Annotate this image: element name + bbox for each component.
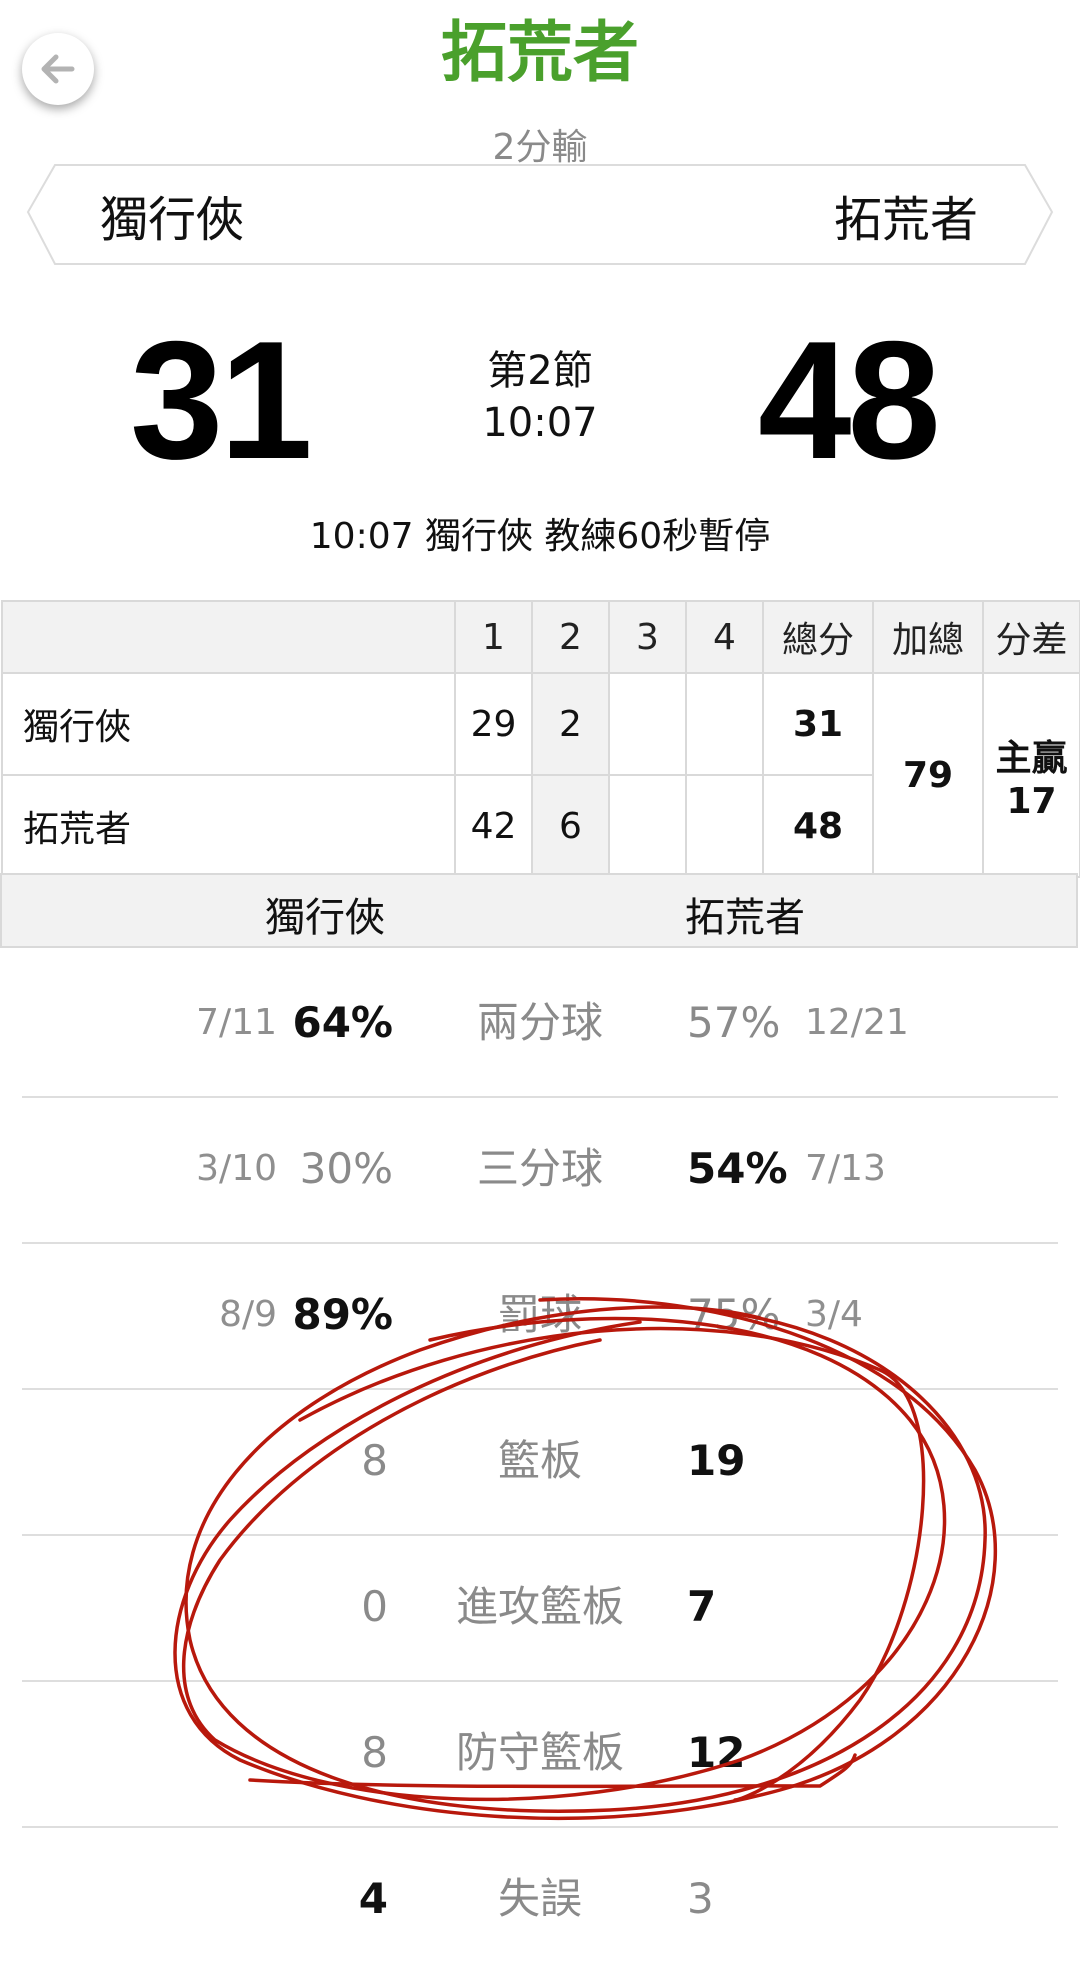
diff-value: 17 xyxy=(1006,780,1057,822)
stats-team-right: 拓荒者 xyxy=(685,895,805,941)
stat-right-value: 3 xyxy=(687,1874,714,1923)
stat-right-fraction: 12/21 xyxy=(805,1002,909,1043)
stat-row-defensive-rebounds: 8 防守籃板 12 xyxy=(22,1680,1058,1828)
diff-label: 主贏 xyxy=(995,737,1068,779)
box-score-header: 1 2 3 4 總分 加總 分差 xyxy=(1,600,1080,674)
quarter-cell xyxy=(608,672,687,776)
total-cell: 48 xyxy=(762,774,874,878)
stat-right-value: 19 xyxy=(687,1436,746,1485)
header-cell: 1 xyxy=(454,600,533,674)
quarter-cell: 42 xyxy=(454,774,533,878)
stat-label: 進攻籃板 xyxy=(455,1582,624,1631)
stat-label: 籃板 xyxy=(497,1436,582,1485)
stat-row-turnovers: 4 失誤 3 xyxy=(22,1826,1058,1972)
point-diff-cell: 主贏 17 xyxy=(982,672,1080,878)
header-cell: 3 xyxy=(608,600,687,674)
stat-right-fraction: 3/4 xyxy=(805,1294,863,1335)
box-score-table: 1 2 3 4 總分 加總 分差 獨行俠 29 2 31 79 主贏 17 拓荒… xyxy=(1,600,1080,878)
stat-row-free-throws: 8/9 89% 罰球 75% 3/4 xyxy=(22,1242,1058,1390)
team-name-cell: 獨行俠 xyxy=(1,672,456,776)
stat-right-fraction: 7/13 xyxy=(805,1148,886,1189)
stat-right-percent: 54% xyxy=(687,1144,788,1193)
stat-right-percent: 75% xyxy=(687,1290,781,1339)
stat-label: 防守籃板 xyxy=(455,1728,624,1777)
team-stats-header xyxy=(0,873,1078,948)
header-cell: 2 xyxy=(531,600,610,674)
combined-total-cell: 79 xyxy=(872,672,984,878)
stat-row-rebounds: 8 籃板 19 xyxy=(22,1388,1058,1536)
stat-label: 失誤 xyxy=(497,1874,582,1923)
stat-row-three-pointers: 3/10 30% 三分球 54% 7/13 xyxy=(22,1096,1058,1244)
stat-label: 罰球 xyxy=(497,1290,582,1339)
period-clock: 第2節 10:07 xyxy=(440,345,640,449)
quarter-cell: 29 xyxy=(454,672,533,776)
header-cell: 分差 xyxy=(982,600,1080,674)
stats-team-left: 獨行俠 xyxy=(265,895,385,941)
stat-right-percent: 57% xyxy=(687,998,781,1047)
header-cell: 總分 xyxy=(762,600,874,674)
team-right-name[interactable]: 拓荒者 xyxy=(834,180,978,250)
header-cell: 加總 xyxy=(872,600,984,674)
quarter-cell xyxy=(685,672,764,776)
last-event: 10:07 獨行俠 教練60秒暫停 xyxy=(309,516,771,557)
header-cell xyxy=(1,600,456,674)
stat-label: 三分球 xyxy=(476,1144,603,1193)
team-left-name[interactable]: 獨行俠 xyxy=(100,180,244,250)
game-clock: 10:07 xyxy=(482,400,598,446)
quarter-cell xyxy=(685,774,764,878)
stat-right-value: 7 xyxy=(687,1582,717,1631)
quarter-cell xyxy=(608,774,687,878)
score-left: 31 xyxy=(130,306,313,494)
header-cell: 4 xyxy=(685,600,764,674)
stat-row-offensive-rebounds: 0 進攻籃板 7 xyxy=(22,1534,1058,1682)
quarter-cell: 6 xyxy=(531,774,610,878)
table-row: 獨行俠 29 2 31 79 主贏 17 xyxy=(1,672,1080,878)
total-cell: 31 xyxy=(762,672,874,776)
score-right: 48 xyxy=(758,306,941,494)
period-label: 第2節 xyxy=(487,348,593,394)
stat-right-value: 12 xyxy=(687,1728,746,1777)
team-name-cell: 拓荒者 xyxy=(1,774,456,878)
page-title: 拓荒者 xyxy=(441,14,639,91)
quarter-cell: 2 xyxy=(531,672,610,776)
stat-row-two-pointers: 7/11 64% 兩分球 57% 12/21 xyxy=(22,950,1058,1098)
